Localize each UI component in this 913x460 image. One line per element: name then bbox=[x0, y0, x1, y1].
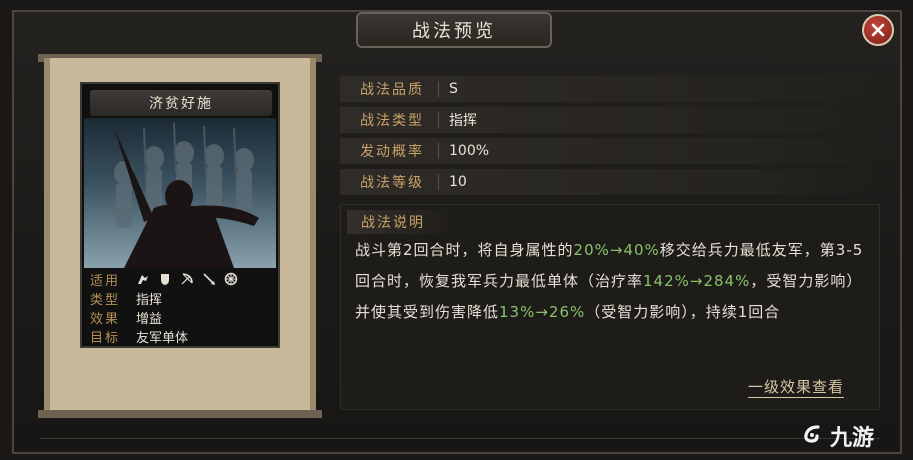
detail-label: 战法等级 bbox=[360, 175, 424, 191]
detail-value: 指挥 bbox=[449, 113, 477, 129]
dialog-title-plate: 战法预览 bbox=[356, 12, 552, 48]
watermark: 九游 bbox=[800, 420, 874, 452]
info-value: 增益 bbox=[136, 311, 163, 327]
detail-separator bbox=[438, 143, 439, 159]
detail-value: S bbox=[449, 81, 458, 97]
description-highlight: 142%→284% bbox=[643, 272, 751, 290]
description-title: 战法说明 bbox=[347, 210, 457, 234]
info-key: 目标 bbox=[90, 330, 121, 346]
detail-value: 100% bbox=[449, 143, 490, 159]
tactic-card: 济贫好施 适用 类型 指挥 效果 增益 目标 友军单体 bbox=[80, 82, 280, 348]
info-row-applicable: 适用 bbox=[90, 270, 238, 289]
detail-label: 战法品质 bbox=[360, 82, 424, 98]
detail-value: 10 bbox=[449, 174, 467, 190]
description-segment: （受智力影响），持续1回合 bbox=[585, 303, 781, 321]
tactic-card-name-plate: 济贫好施 bbox=[90, 90, 272, 116]
bottom-divider bbox=[40, 438, 880, 439]
detail-label: 发动概率 bbox=[360, 144, 424, 160]
dialog-title: 战法预览 bbox=[412, 21, 496, 42]
watermark-text: 九游 bbox=[830, 426, 875, 451]
info-key: 类型 bbox=[90, 292, 121, 308]
cavalry-icon bbox=[138, 275, 148, 284]
info-value: 友军单体 bbox=[136, 330, 189, 346]
shield-icon bbox=[161, 274, 169, 285]
bow-icon bbox=[181, 273, 193, 285]
tactic-card-info: 适用 类型 指挥 效果 增益 目标 友军单体 bbox=[84, 268, 276, 346]
description-highlight: 13%→26% bbox=[499, 303, 586, 321]
warrior-illustration bbox=[114, 122, 259, 268]
level-one-effect-link[interactable]: 一级效果查看 bbox=[748, 376, 845, 398]
tactic-card-name: 济贫好施 bbox=[149, 96, 213, 112]
watermark-logo-icon bbox=[804, 425, 820, 443]
detail-separator bbox=[438, 81, 439, 97]
wheel-icon bbox=[224, 272, 238, 286]
detail-separator bbox=[438, 112, 439, 128]
info-value: 指挥 bbox=[136, 292, 163, 308]
detail-row-probability: 发动概率 100% bbox=[340, 138, 880, 164]
description-highlight: 20%→40% bbox=[573, 241, 660, 259]
info-key: 适用 bbox=[90, 273, 121, 289]
scroll-rod-bottom bbox=[38, 410, 322, 418]
info-key: 效果 bbox=[90, 311, 121, 327]
applicable-icons bbox=[136, 272, 238, 286]
detail-label: 战法类型 bbox=[360, 113, 424, 129]
close-button[interactable] bbox=[862, 14, 894, 46]
detail-separator bbox=[438, 174, 439, 190]
spear-icon bbox=[203, 273, 215, 285]
detail-row-level: 战法等级 10 bbox=[340, 169, 880, 195]
close-icon bbox=[871, 23, 885, 37]
info-row-effect: 效果 增益 bbox=[90, 308, 163, 327]
description-segment: 战斗第2回合时，将自身属性的 bbox=[355, 241, 574, 259]
tactic-card-art bbox=[84, 118, 276, 268]
info-row-type: 类型 指挥 bbox=[90, 289, 163, 308]
info-row-target: 目标 友军单体 bbox=[90, 327, 189, 346]
description-text: 战斗第2回合时，将自身属性的20%→40%移交给兵力最低友军，第3-5回合时，恢… bbox=[355, 235, 873, 328]
detail-row-type: 战法类型 指挥 bbox=[340, 107, 880, 133]
detail-row-quality: 战法品质 S bbox=[340, 76, 880, 102]
